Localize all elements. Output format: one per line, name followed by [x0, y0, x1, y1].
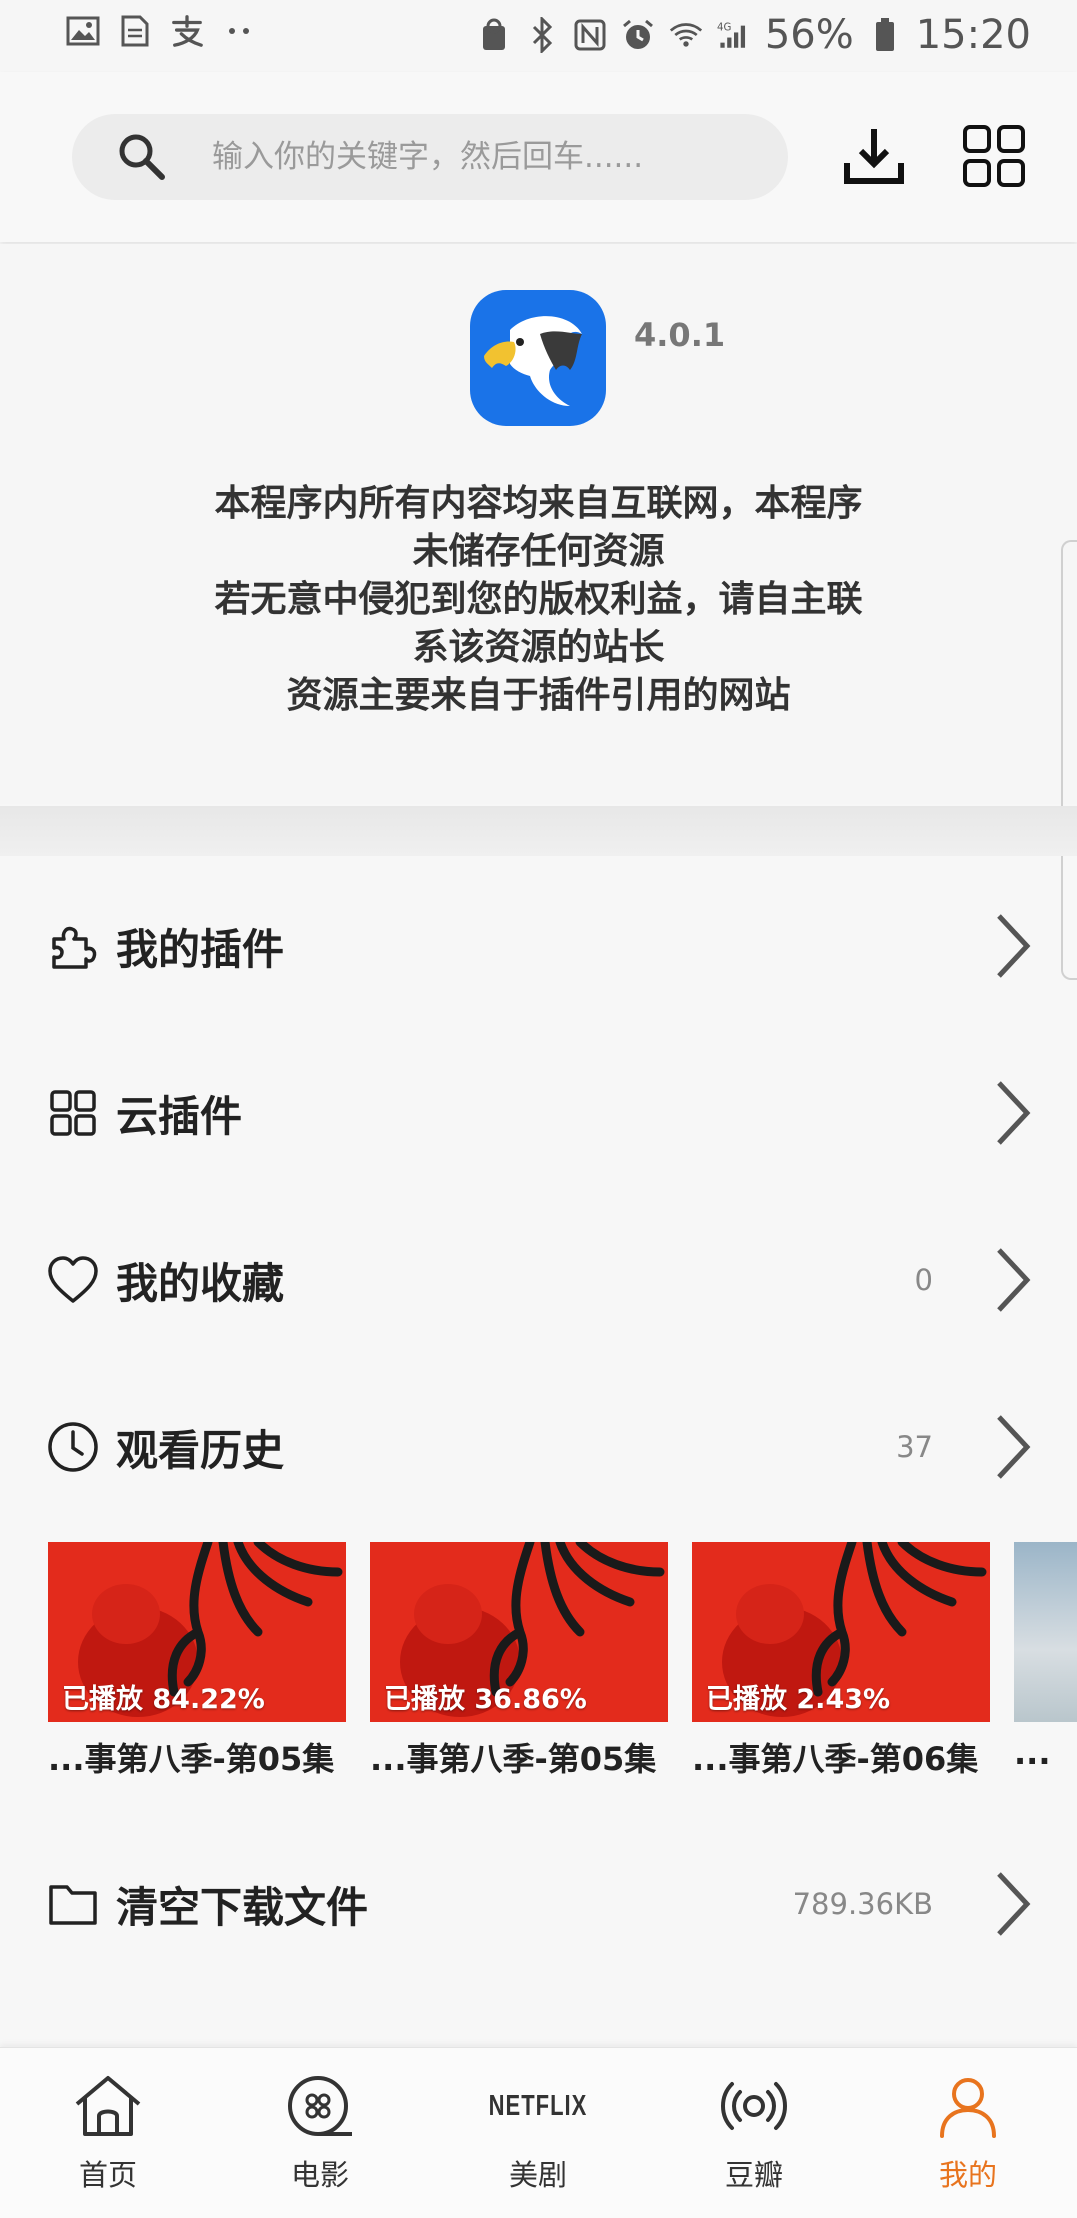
- nav-home[interactable]: 首页: [38, 2070, 178, 2210]
- clock-time: 15:20: [915, 12, 1031, 58]
- download-button[interactable]: [836, 118, 912, 194]
- grid-icon: [963, 125, 1025, 187]
- playback-progress: 已播放 36.86%: [384, 1684, 587, 1715]
- nav-label: 首页: [78, 2158, 137, 2192]
- folder-icon: [46, 1877, 100, 1931]
- search-icon: [119, 134, 165, 180]
- eagle-logo-icon: [484, 316, 582, 406]
- menu-label: 云插件: [116, 1091, 243, 1141]
- layout-grid-button[interactable]: [956, 118, 1032, 194]
- app-logo: [470, 290, 606, 426]
- chevron-right-icon: [997, 1415, 1031, 1479]
- history-thumbnail: 已播放 84.22%: [48, 1542, 346, 1722]
- status-bar: 4G 56% 15:20: [0, 0, 1077, 72]
- image-notification-icon: [66, 14, 100, 48]
- nav-label: 我的: [938, 2158, 997, 2192]
- menu-label: 观看历史: [116, 1425, 285, 1475]
- disclaimer-line: 系该资源的站长: [412, 627, 665, 668]
- disclaimer-line: 未储存任何资源: [412, 531, 665, 572]
- search-input[interactable]: [210, 138, 774, 176]
- history-title: ...: [1014, 1734, 1051, 1772]
- nav-label: 电影: [290, 2158, 349, 2192]
- netflix-icon: NETFLIX: [489, 2070, 587, 2142]
- nfc-icon: [573, 18, 607, 52]
- download-size: 789.36KB: [792, 1887, 933, 1921]
- nav-label: 豆瓣: [724, 2158, 783, 2192]
- disclaimer-line: 资源主要来自于插件引用的网站: [286, 675, 791, 716]
- menu-label: 清空下载文件: [116, 1882, 369, 1932]
- download-icon: [844, 129, 904, 184]
- playback-progress: 已播放 2.43%: [706, 1684, 891, 1715]
- disclaimer-line: 若无意中侵犯到您的版权利益，请自主联: [214, 579, 863, 620]
- chevron-right-icon: [997, 1081, 1031, 1145]
- home-icon: [68, 2070, 148, 2142]
- history-count: 37: [896, 1430, 933, 1464]
- about-section: 4.0.1 本程序内所有内容均来自互联网，本程序 未储存任何资源 若无意中侵犯到…: [0, 244, 1077, 980]
- film-reel-icon: [280, 2070, 360, 2142]
- wifi-icon: [669, 18, 703, 52]
- history-title: ...事第八季-第06集: [692, 1740, 979, 1778]
- chevron-right-icon: [997, 1248, 1031, 1312]
- netflix-wordmark: NETFLIX: [488, 2089, 588, 2122]
- history-card[interactable]: 已播放 2.43% ...事第八季-第06集: [692, 1542, 990, 1780]
- puzzle-icon: [46, 919, 100, 973]
- playback-progress: 已播放 84.22%: [62, 1684, 265, 1715]
- person-icon: [928, 2070, 1008, 2142]
- disclaimer-line: 本程序内所有内容均来自互联网，本程序: [214, 483, 863, 524]
- nav-douban[interactable]: 豆瓣: [684, 2070, 824, 2210]
- disclaimer-text: 本程序内所有内容均来自互联网，本程序 未储存任何资源 若无意中侵犯到您的版权利益…: [0, 480, 1077, 720]
- history-card[interactable]: 已播放 36.86% ...事第八季-第05集: [370, 1542, 668, 1780]
- menu-label: 我的插件: [116, 924, 285, 974]
- broadcast-icon: [714, 2070, 794, 2142]
- chevron-right-icon: [997, 914, 1031, 978]
- menu-clear-downloads[interactable]: 清空下载文件 789.36KB: [0, 1844, 1077, 1964]
- history-title: ...事第八季-第05集: [48, 1740, 335, 1778]
- menu-label: 我的收藏: [116, 1258, 285, 1308]
- nav-movies[interactable]: 电影: [250, 2070, 390, 2210]
- section-divider: [0, 806, 1077, 856]
- clock-icon: [46, 1420, 100, 1474]
- search-bar[interactable]: [72, 114, 788, 200]
- status-right-icons: 4G 56% 15:20: [477, 12, 1031, 58]
- history-thumbnail: [1014, 1542, 1077, 1722]
- menu-cloud-plugins[interactable]: 云插件: [0, 1053, 1077, 1173]
- grid-icon: [46, 1086, 100, 1140]
- history-title: ...事第八季-第05集: [370, 1740, 657, 1778]
- nav-mine[interactable]: 我的: [898, 2070, 1038, 2210]
- history-card[interactable]: ...: [1014, 1542, 1077, 1772]
- history-thumbnail: 已播放 36.86%: [370, 1542, 668, 1722]
- chevron-right-icon: [997, 1872, 1031, 1936]
- menu-my-plugins[interactable]: 我的插件: [0, 886, 1077, 1006]
- sim-lock-icon: [477, 18, 511, 52]
- bluetooth-icon: [525, 17, 559, 53]
- more-notifications-icon: [222, 14, 256, 48]
- app-version: 4.0.1: [634, 316, 726, 354]
- history-card[interactable]: 已播放 84.22% ...事第八季-第05集: [48, 1542, 346, 1780]
- nav-us-series[interactable]: NETFLIX 美剧: [468, 2070, 608, 2210]
- menu-favorites[interactable]: 我的收藏 0: [0, 1220, 1077, 1340]
- app-header: [0, 72, 1077, 242]
- battery-percent: 56%: [764, 12, 854, 58]
- bottom-navigation: 首页 电影 NETFLIX 美剧 豆瓣 我的: [0, 2047, 1077, 2218]
- history-thumbnail: 已播放 2.43%: [692, 1542, 990, 1722]
- svg-text:4G: 4G: [717, 23, 731, 34]
- status-left-icons: [66, 14, 256, 48]
- favorites-count: 0: [914, 1263, 933, 1297]
- alipay-notification-icon: [170, 14, 204, 48]
- nav-label: 美剧: [508, 2158, 567, 2192]
- signal-4g-icon: 4G: [717, 18, 751, 52]
- alarm-icon: [621, 18, 655, 52]
- history-carousel[interactable]: 已播放 84.22% ...事第八季-第05集 已播放 36.86% ...事第…: [48, 1542, 1077, 1792]
- battery-icon: [868, 18, 902, 52]
- heart-icon: [46, 1253, 100, 1307]
- document-notification-icon: [118, 14, 152, 48]
- menu-watch-history[interactable]: 观看历史 37: [0, 1387, 1077, 1507]
